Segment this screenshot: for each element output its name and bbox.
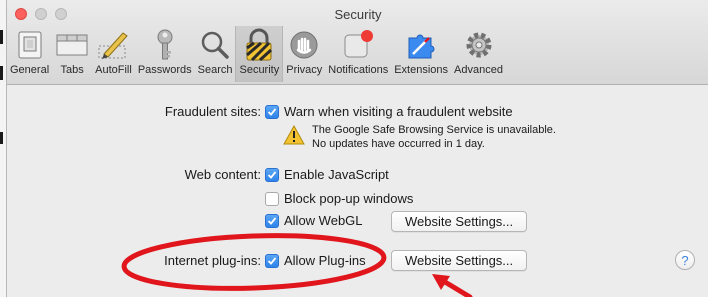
titlebar: Security General Tabs AutoFill Passwords… <box>7 0 708 85</box>
edge-mark <box>0 132 3 144</box>
tab-label: Security <box>239 64 280 76</box>
edge-mark <box>0 30 3 44</box>
tab-label: Advanced <box>454 64 503 76</box>
tab-privacy[interactable]: Privacy <box>283 26 325 82</box>
notifications-icon <box>341 28 375 62</box>
tab-label: AutoFill <box>95 64 132 76</box>
web-content-label: Web content: <box>184 167 261 182</box>
tab-label: Notifications <box>328 64 389 76</box>
puzzle-icon <box>404 28 438 62</box>
tab-autofill[interactable]: AutoFill <box>92 26 135 82</box>
tab-label: Passwords <box>137 64 192 76</box>
magnifier-icon <box>198 28 232 62</box>
popup-option-label: Block pop-up windows <box>284 191 414 206</box>
security-pane: Fraudulent sites: Warn when visiting a f… <box>7 85 708 297</box>
tab-general[interactable]: General <box>7 26 52 82</box>
webgl-checkbox[interactable] <box>265 213 279 228</box>
tab-label: Tabs <box>60 64 84 76</box>
fraud-checkbox[interactable] <box>265 104 279 119</box>
javascript-checkbox[interactable] <box>265 167 279 182</box>
tab-notifications[interactable]: Notifications <box>325 26 391 82</box>
plugins-checkbox-row[interactable]: Allow Plug-ins <box>265 253 366 268</box>
plugins-label: Internet plug-ins: <box>164 253 261 268</box>
warning-line-2: No updates have occurred in 1 day. <box>312 138 485 150</box>
tab-advanced[interactable]: Advanced <box>451 26 506 82</box>
tab-label: Extensions <box>394 64 449 76</box>
webgl-website-settings-button[interactable]: Website Settings... <box>391 211 528 232</box>
plugins-website-settings-button[interactable]: Website Settings... <box>391 250 528 271</box>
warning-icon <box>283 124 305 150</box>
help-button[interactable]: ? <box>675 250 695 270</box>
popup-checkbox-row[interactable]: Block pop-up windows <box>265 191 413 206</box>
fraud-checkbox-row[interactable]: Warn when visiting a fraudulent website <box>265 104 513 119</box>
tab-extensions[interactable]: Extensions <box>391 26 451 82</box>
tabs-icon <box>55 28 89 62</box>
lock-icon <box>242 28 276 62</box>
general-icon <box>13 28 47 62</box>
javascript-option-label: Enable JavaScript <box>284 167 389 182</box>
tab-label: Privacy <box>286 64 323 76</box>
gears-icon <box>462 28 496 62</box>
warning-line-1: The Google Safe Browsing Service is unav… <box>312 124 556 136</box>
fraud-option-label: Warn when visiting a fraudulent website <box>284 104 513 119</box>
fraud-label: Fraudulent sites: <box>164 104 261 119</box>
tab-label: Search <box>197 64 233 76</box>
edge-mark <box>0 66 3 80</box>
autofill-icon <box>96 28 130 62</box>
plugins-option-label: Allow Plug-ins <box>284 253 366 268</box>
tab-label: General <box>10 64 50 76</box>
preferences-toolbar: General Tabs AutoFill Passwords Search S… <box>7 26 506 82</box>
tab-tabs[interactable]: Tabs <box>52 26 92 82</box>
javascript-checkbox-row[interactable]: Enable JavaScript <box>265 167 389 182</box>
tab-search[interactable]: Search <box>195 26 236 82</box>
key-icon <box>148 28 182 62</box>
preferences-window: Security General Tabs AutoFill Passwords… <box>6 0 708 297</box>
popup-checkbox[interactable] <box>265 191 279 206</box>
tab-security[interactable]: Security <box>235 26 284 82</box>
plugins-checkbox[interactable] <box>265 253 279 268</box>
hand-icon <box>287 28 321 62</box>
webgl-checkbox-row[interactable]: Allow WebGL <box>265 213 363 228</box>
tab-passwords[interactable]: Passwords <box>135 26 195 82</box>
window-title: Security <box>334 7 382 22</box>
webgl-option-label: Allow WebGL <box>284 213 363 228</box>
